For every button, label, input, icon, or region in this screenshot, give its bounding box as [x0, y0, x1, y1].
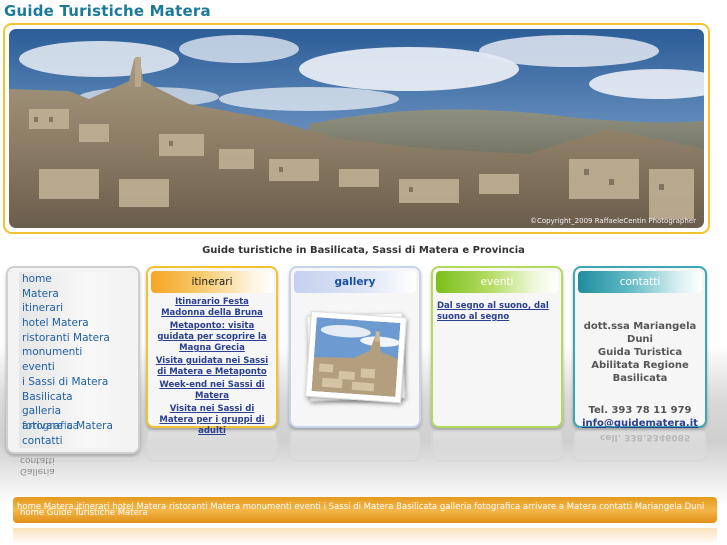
nav-item-home: home [8, 272, 138, 287]
itinerari-link[interactable]: Week-end nei Sassi di Matera [152, 380, 272, 402]
nav-item-galleria: galleria [8, 404, 138, 419]
eventi-header[interactable]: eventi [436, 271, 558, 293]
nav-reflection-line: Galleria [20, 466, 55, 476]
contact-email-link[interactable]: info@guidematera.it [579, 417, 701, 430]
contact-region: Basilicata [612, 373, 668, 384]
nav-link-ristoranti[interactable]: ristoranti Matera [19, 330, 120, 346]
site-tagline: Guide turistiche in Basilicata, Sassi di… [202, 245, 525, 256]
itinerari-header[interactable]: itinerari [151, 271, 273, 293]
itinerari-link[interactable]: Visita nei Sassi di Matera per i gruppi … [152, 404, 272, 437]
nav-item-contatti: contatti [8, 433, 138, 449]
contact-name: dott.ssa Mariangela Duni [583, 321, 697, 345]
nav-link-home[interactable]: home [19, 272, 120, 287]
nav-item-monumenti: monumenti [8, 345, 138, 361]
site-title[interactable]: Guide Turistiche Matera [4, 2, 211, 20]
nav-link-itinerari[interactable]: itinerari [19, 301, 120, 317]
itinerari-list: Itinarario Festa Madonna della Bruna Met… [152, 297, 272, 439]
nav-link-monumenti[interactable]: monumenti [19, 345, 120, 361]
contatti-mirror-text: cell. 338.5346085 [600, 432, 691, 442]
itinerari-link[interactable]: Metaponto: visita guidata per scoprire l… [152, 321, 272, 354]
eventi-box-reflection [431, 428, 563, 462]
nav-item-ristoranti: ristoranti Matera [8, 330, 138, 346]
nav-reflection-text: Galleria contatti [20, 454, 55, 476]
hero-banner-frame: ©Copyright_2009 RaffaeleCentin Photograp… [3, 23, 710, 234]
gallery-thumbnail [311, 317, 401, 397]
eventi-box: eventi Dal segno al suono, dal suono al … [431, 266, 563, 428]
itinerari-box: itinerari Itinarario Festa Madonna della… [146, 266, 278, 436]
footer-reflection [13, 528, 717, 545]
nav-link-eventi[interactable]: eventi [19, 360, 120, 375]
contatti-header[interactable]: contatti [578, 271, 702, 293]
footer-home-link[interactable]: home Guide Turistiche Matera [20, 507, 148, 519]
nav-menu-box: home Matera itinerari hotel Matera risto… [6, 266, 140, 454]
nav-item-arrivare: arrivare a Matera fotografica [8, 418, 138, 434]
nav-link-hotel[interactable]: hotel Matera [19, 316, 120, 331]
hero-copyright: ©Copyright_2009 RaffaeleCentin Photograp… [529, 217, 696, 225]
gallery-photo-stack[interactable] [305, 310, 407, 404]
gallery-box: gallery [289, 266, 421, 428]
eventi-list: Dal segno al suono, dal suono al segno [437, 301, 555, 323]
nav-item-sassi: i Sassi di Matera [8, 374, 138, 390]
itinerari-link[interactable]: Visita guidata nei Sassi di Matera e Met… [152, 356, 272, 378]
nav-overlay-fotografica: fotografica [22, 419, 79, 432]
hero-banner-image: ©Copyright_2009 RaffaeleCentin Photograp… [9, 29, 704, 228]
contact-phone: Tel. 393 78 11 979 [588, 405, 692, 416]
nav-item-matera: Matera [8, 286, 138, 302]
nav-reflection-line: contatti [20, 455, 55, 465]
nav-link-sassi[interactable]: i Sassi di Matera [19, 374, 120, 390]
nav-item-hotel: hotel Matera [8, 316, 138, 331]
nav-menu: home Matera itinerari hotel Matera risto… [8, 268, 138, 449]
nav-link-matera[interactable]: Matera [19, 286, 120, 302]
nav-item-eventi: eventi [8, 360, 138, 375]
contatti-box: contatti dott.ssa Mariangela Duni Guida … [573, 266, 707, 430]
eventi-link[interactable]: Dal segno al suono, dal suono al segno [437, 301, 555, 323]
itinerari-link[interactable]: Itinarario Festa Madonna della Bruna [152, 297, 272, 319]
contact-role: Guida Turistica [597, 347, 683, 358]
gallery-photo-front [305, 310, 407, 404]
gallery-header[interactable]: gallery [294, 271, 416, 293]
contact-details: dott.ssa Mariangela Duni Guida Turistica… [579, 320, 701, 385]
nav-item-basilicata: Basilicata [8, 389, 138, 405]
nav-link-galleria[interactable]: galleria [19, 404, 120, 419]
contact-license: Abilitata Regione [591, 360, 689, 371]
gallery-box-reflection [289, 428, 421, 462]
nav-link-basilicata[interactable]: Basilicata [19, 389, 120, 405]
nav-link-contatti[interactable]: contatti [19, 433, 120, 449]
nav-item-itinerari: itinerari [8, 301, 138, 317]
